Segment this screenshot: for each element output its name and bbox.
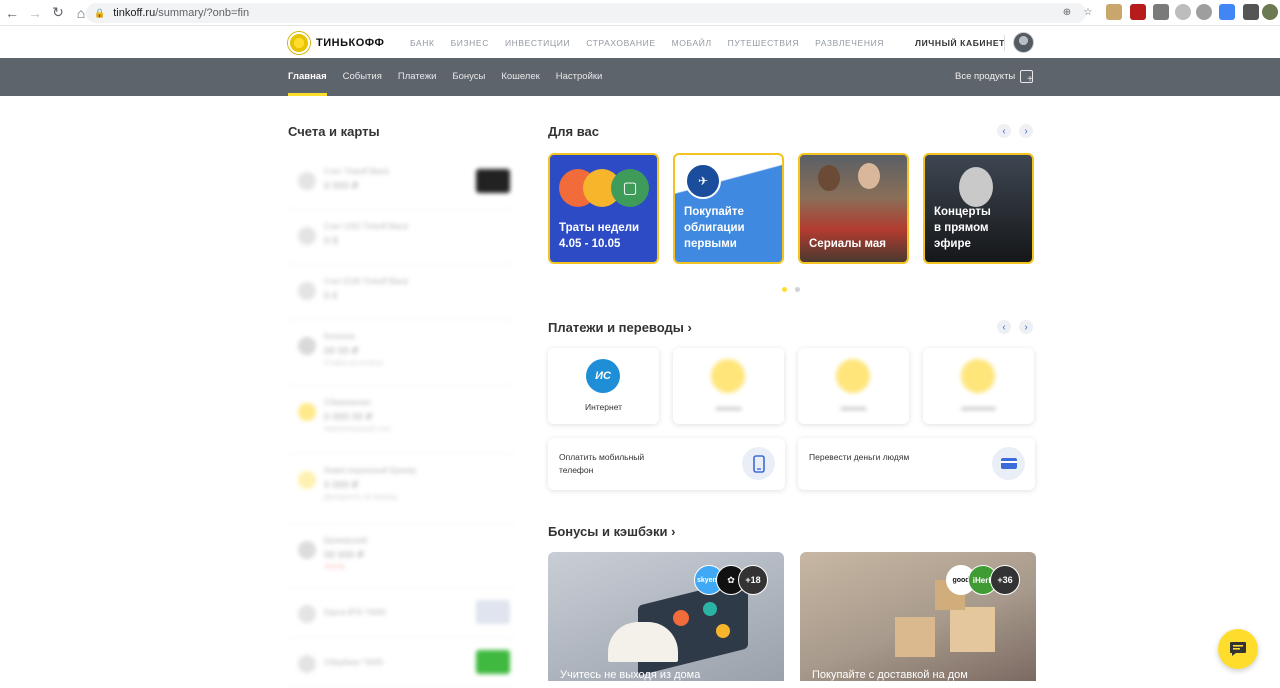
carousel-dot[interactable] (795, 287, 800, 292)
more-partners-count[interactable]: +36 (990, 565, 1020, 595)
extension-icon[interactable] (1153, 4, 1169, 20)
divider (1004, 35, 1005, 51)
add-product-icon[interactable] (1020, 70, 1033, 85)
tab-settings[interactable]: Настройки (556, 58, 603, 96)
url-host: tinkoff.ru (113, 7, 156, 19)
pay-mobile-label: Оплатить мобильный телефон (559, 452, 645, 475)
list-item[interactable]: Брокерский 00 000 ₽ -0.0 % (288, 524, 514, 588)
payment-tile[interactable]: ▬▬▬▬ (923, 348, 1034, 424)
personal-cabinet-link[interactable]: ЛИЧНЫЙ КАБИНЕТ (915, 38, 1005, 48)
profile-icon[interactable] (1262, 4, 1278, 20)
nav-investments[interactable]: ИНВЕСТИЦИИ (505, 38, 570, 48)
payment-tile[interactable]: ▬▬▬ (673, 348, 784, 424)
zoom-icon[interactable]: ⊕ (1059, 4, 1075, 20)
airline-logo-icon: ✈ (685, 163, 721, 199)
bookmark-star-icon[interactable]: ☆ (1080, 4, 1096, 20)
chevron-right-icon: › (671, 524, 676, 539)
bonus-caption: Покупайте с доставкой на дом (812, 669, 968, 681)
list-item[interactable]: Копилка 00 00 ₽ Ставка на остаток (288, 320, 514, 386)
carousel-dot-active[interactable] (782, 287, 787, 292)
tab-bonuses[interactable]: Бонусы (452, 58, 485, 96)
chat-button[interactable] (1218, 629, 1258, 669)
list-item[interactable]: Счет Tinkoff Black 0 000 ₽ (288, 155, 514, 210)
story-caption: Концерты (934, 206, 991, 218)
url-path: /summary/?onb=fin (155, 7, 250, 19)
nav-business[interactable]: БИЗНЕС (451, 38, 489, 48)
translate-icon[interactable] (1219, 4, 1235, 20)
all-products-link[interactable]: Все продукты (955, 58, 1015, 96)
story-caption-dates: 4.05 - 10.05 (559, 238, 621, 250)
list-item[interactable]: Счет USD Tinkoff Black 0 $ (288, 210, 514, 265)
site-header: ТИНЬКОФФ БАНК БИЗНЕС ИНВЕСТИЦИИ СТРАХОВА… (0, 26, 1280, 58)
logo-text: ТИНЬКОФФ (316, 37, 385, 49)
payments-title[interactable]: Платежи и переводы › (548, 320, 692, 335)
logo[interactable]: ТИНЬКОФФ (288, 32, 384, 54)
nav-entertainment[interactable]: РАЗВЛЕЧЕНИЯ (815, 38, 884, 48)
reload-icon[interactable]: ↻ (47, 2, 69, 24)
story-concerts[interactable]: Концерты в прямом эфире (923, 153, 1034, 264)
apps-bubble (673, 610, 689, 626)
carousel-prev-icon[interactable]: ‹ (997, 320, 1011, 334)
payment-tile[interactable]: ▬▬▬ (798, 348, 909, 424)
extension-icon[interactable] (1243, 4, 1259, 20)
browser-toolbar: ← → ↻ ⌂ 🔒 tinkoff.ru/summary/?onb=fin ⊕ … (0, 0, 1280, 26)
placeholder-icon (836, 359, 870, 393)
tab-events[interactable]: События (343, 58, 382, 96)
list-item[interactable]: Счет EUR Tinkoff Black 0 € (288, 265, 514, 320)
chat-icon (1230, 642, 1246, 656)
carousel-prev-icon[interactable]: ‹ (997, 124, 1011, 138)
story-caption: Траты недели (559, 222, 640, 234)
payment-tile-label: Интернет (584, 402, 623, 412)
boxes-illustration (895, 617, 935, 657)
more-partners-count[interactable]: +18 (738, 565, 768, 595)
list-item[interactable]: Инвестиционный Брокер 0 000 ₽ Доходность з… (288, 454, 514, 524)
story-caption: Покупайте (684, 206, 744, 218)
avatar[interactable] (1013, 32, 1034, 53)
transfer-money-button[interactable]: Перевести деньги людям (798, 438, 1035, 490)
placeholder-icon (961, 359, 995, 393)
address-bar[interactable]: 🔒 tinkoff.ru/summary/?onb=fin (86, 3, 1086, 23)
card-icon (992, 447, 1025, 480)
payment-tile-internet[interactable]: ИС Интернет (548, 348, 659, 424)
list-item[interactable]: Сбережения 0 000 00 ₽ Накопительный счет (288, 386, 514, 454)
carousel-next-icon[interactable]: › (1019, 124, 1033, 138)
story-weekly-spend[interactable]: ▢ Траты недели 4.05 - 10.05 (548, 153, 659, 264)
photo-people (818, 165, 840, 191)
nav-bank[interactable]: БАНК (410, 38, 435, 48)
story-bonds[interactable]: ✈ Покупайте облигации первыми (673, 153, 784, 264)
tab-payments[interactable]: Платежи (398, 58, 437, 96)
story-series[interactable]: Сериалы мая (798, 153, 909, 264)
photo-performer (959, 167, 993, 207)
accounts-list: Счет Tinkoff Black 0 000 ₽ Счет USD Tinko… (288, 155, 514, 688)
extension-icon[interactable] (1175, 4, 1191, 20)
sub-navigation: Главная События Платежи Бонусы Кошелек Н… (0, 58, 1280, 96)
bonuses-title[interactable]: Бонусы и кэшбэки › (548, 524, 675, 539)
story-caption: Сериалы мая (809, 238, 886, 250)
nav-insurance[interactable]: СТРАХОВАНИЕ (586, 38, 655, 48)
top-navigation: БАНК БИЗНЕС ИНВЕСТИЦИИ СТРАХОВАНИЕ МОБАЙ… (410, 38, 900, 48)
list-item[interactable]: Карта ВТБ *0000 (288, 588, 514, 638)
chevron-right-icon: › (687, 320, 692, 335)
pay-mobile-button[interactable]: Оплатить мобильный телефон (548, 438, 785, 490)
extension-icon[interactable] (1196, 4, 1212, 20)
forward-icon[interactable]: → (24, 2, 46, 24)
lock-icon: 🔒 (94, 7, 106, 18)
placeholder-icon (711, 359, 745, 393)
transfer-money-label: Перевести деньги людям (809, 452, 910, 462)
extension-icon[interactable] (1106, 4, 1122, 20)
internet-provider-icon: ИС (586, 359, 620, 393)
for-you-title: Для вас (548, 124, 599, 139)
phone-icon (742, 447, 775, 480)
bus-icon: ▢ (611, 169, 649, 207)
logo-emblem-icon (288, 32, 310, 54)
nav-travel[interactable]: ПУТЕШЕСТВИЯ (728, 38, 799, 48)
bonus-caption: Учитесь не выходя из дома (560, 669, 701, 681)
nav-mobile[interactable]: МОБАЙЛ (672, 38, 712, 48)
tab-main[interactable]: Главная (288, 58, 327, 96)
tab-wallet[interactable]: Кошелек (501, 58, 539, 96)
accounts-title: Счета и карты (288, 124, 380, 139)
extension-icon[interactable] (1130, 4, 1146, 20)
back-icon[interactable]: ← (1, 2, 23, 24)
carousel-next-icon[interactable]: › (1019, 320, 1033, 334)
